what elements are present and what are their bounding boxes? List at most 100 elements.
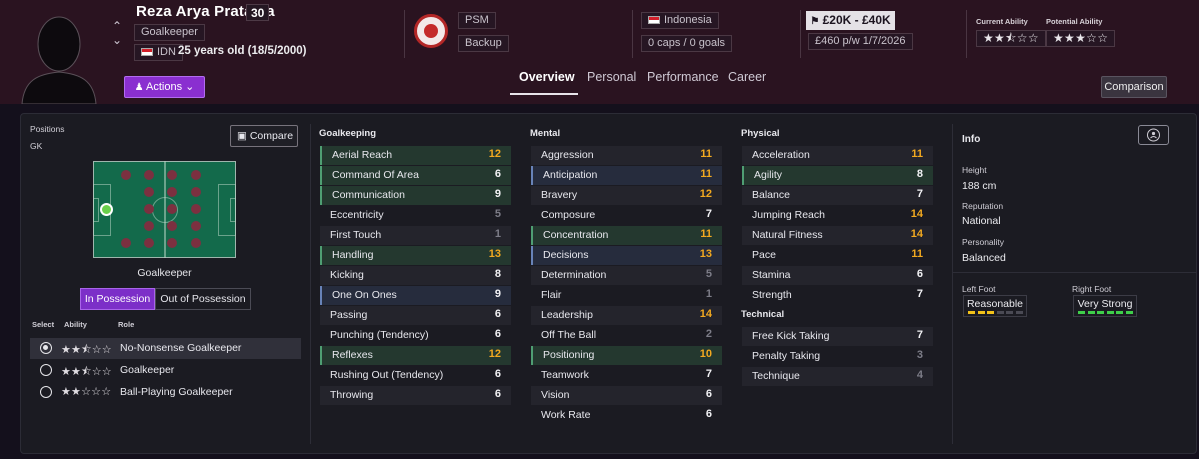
attribute-row[interactable]: Anticipation 11 — [531, 166, 722, 185]
role-radio[interactable] — [40, 342, 52, 354]
attribute-row[interactable]: Aggression 11 — [531, 146, 722, 165]
role-row[interactable]: ★★⯪☆☆ Goalkeeper — [30, 360, 301, 381]
attribute-row[interactable]: Communication 9 — [320, 186, 511, 205]
attribute-row[interactable]: Concentration 11 — [531, 226, 722, 245]
actions-button[interactable]: ♟ Actions ⌄ — [124, 76, 205, 98]
position-dot[interactable] — [191, 221, 201, 231]
position-dot[interactable] — [167, 204, 177, 214]
role-radio[interactable] — [40, 364, 52, 376]
attribute-row[interactable]: Leadership 14 — [531, 306, 722, 325]
attribute-row[interactable]: Strength 7 — [742, 286, 933, 305]
position-dot[interactable] — [191, 187, 201, 197]
role-name: Ball-Playing Goalkeeper — [120, 386, 233, 398]
attribute-row[interactable]: Rushing Out (Tendency) 6 — [320, 366, 511, 385]
roles-header-select: Select — [32, 320, 55, 329]
position-dot[interactable] — [167, 187, 177, 197]
attribute-row[interactable]: Off The Ball 2 — [531, 326, 722, 345]
position-dot[interactable] — [121, 170, 131, 180]
attribute-row[interactable]: Stamina 6 — [742, 266, 933, 285]
attribute-row[interactable]: Throwing 6 — [320, 386, 511, 405]
role-name: No-Nonsense Goalkeeper — [120, 342, 242, 354]
goalkeeper-position-dot[interactable] — [100, 203, 113, 216]
attribute-row[interactable]: Penalty Taking 3 — [742, 347, 933, 366]
attribute-name: Penalty Taking — [752, 350, 821, 362]
position-dot[interactable] — [144, 238, 154, 248]
position-dot[interactable] — [167, 221, 177, 231]
attribute-row[interactable]: Composure 7 — [531, 206, 722, 225]
attribute-row[interactable]: Decisions 13 — [531, 246, 722, 265]
position-dot[interactable] — [167, 170, 177, 180]
attribute-row[interactable]: Jumping Reach 14 — [742, 206, 933, 225]
attribute-row[interactable]: Positioning 10 — [531, 346, 722, 365]
next-player-chevron-down-icon[interactable]: ⌄ — [110, 34, 124, 46]
nation-pill[interactable]: Indonesia — [641, 12, 719, 29]
position-dot[interactable] — [167, 238, 177, 248]
out-of-possession-button[interactable]: Out of Possession — [155, 288, 251, 310]
attribute-row[interactable]: Eccentricity 5 — [320, 206, 511, 225]
attribute-row[interactable]: Bravery 12 — [531, 186, 722, 205]
position-dot[interactable] — [191, 238, 201, 248]
previous-player-chevron-up-icon[interactable]: ⌃ — [110, 20, 124, 32]
position-dot[interactable] — [144, 204, 154, 214]
attribute-row[interactable]: Handling 13 — [320, 246, 511, 265]
pitch-right-goal-area — [230, 198, 236, 222]
attribute-name: Communication — [332, 189, 405, 201]
positions-title: Positions — [30, 124, 65, 134]
current-ability-label: Current Ability — [976, 17, 1028, 26]
tab-performance[interactable]: Performance — [647, 70, 719, 84]
attribute-row[interactable]: Command Of Area 6 — [320, 166, 511, 185]
attribute-row[interactable]: Reflexes 12 — [320, 346, 511, 365]
position-dot[interactable] — [144, 221, 154, 231]
person-circle-icon — [1147, 128, 1160, 142]
position-dot[interactable] — [121, 238, 131, 248]
comparison-button[interactable]: Comparison — [1101, 76, 1167, 98]
attribute-value: 11 — [911, 148, 923, 160]
attribute-row[interactable]: Teamwork 7 — [531, 366, 722, 385]
attribute-row[interactable]: Kicking 8 — [320, 266, 511, 285]
role-row[interactable]: ★★☆☆☆ Ball-Playing Goalkeeper — [30, 382, 301, 403]
attribute-name: Handling — [332, 249, 374, 261]
height-value: 188 cm — [962, 180, 997, 192]
role-radio[interactable] — [40, 386, 52, 398]
compare-button[interactable]: ▣ Compare — [230, 125, 298, 147]
attribute-row[interactable]: Free Kick Taking 7 — [742, 327, 933, 346]
attribute-row[interactable]: Determination 5 — [531, 266, 722, 285]
attribute-value: 2 — [705, 328, 712, 340]
club-crest-icon[interactable] — [414, 14, 448, 48]
role-row[interactable]: ★★⯪☆☆ No-Nonsense Goalkeeper — [30, 338, 301, 359]
right-foot-value: Very Strong — [1077, 298, 1133, 310]
attribute-row[interactable]: Work Rate 6 — [531, 406, 722, 425]
in-possession-button[interactable]: In Possession — [80, 288, 155, 310]
attribute-row[interactable]: Technique 4 — [742, 367, 933, 386]
attribute-value: 6 — [494, 388, 501, 400]
attribute-row[interactable]: Agility 8 — [742, 166, 933, 185]
position-dot[interactable] — [144, 170, 154, 180]
attribute-row[interactable]: Aerial Reach 12 — [320, 146, 511, 165]
attribute-row[interactable]: Acceleration 11 — [742, 146, 933, 165]
foot-level-segment — [1116, 311, 1123, 314]
attribute-row[interactable]: Punching (Tendency) 6 — [320, 326, 511, 345]
attribute-name: Flair — [541, 289, 562, 301]
attribute-row[interactable]: First Touch 1 — [320, 226, 511, 245]
position-dot[interactable] — [191, 170, 201, 180]
info-options-button[interactable] — [1138, 125, 1169, 145]
attribute-row[interactable]: Balance 7 — [742, 186, 933, 205]
attribute-row[interactable]: Flair 1 — [531, 286, 722, 305]
attribute-name: Off The Ball — [541, 329, 597, 341]
club-pill[interactable]: PSM — [458, 12, 496, 29]
attribute-value: 12 — [699, 188, 712, 200]
position-dot[interactable] — [144, 187, 154, 197]
attribute-row[interactable]: Vision 6 — [531, 386, 722, 405]
attribute-row[interactable]: Pace 11 — [742, 246, 933, 265]
position-dot[interactable] — [191, 204, 201, 214]
goalkeeping-title: Goalkeeping — [319, 128, 377, 139]
position-pitch[interactable] — [93, 161, 236, 258]
tab-career[interactable]: Career — [728, 70, 766, 84]
tab-personal[interactable]: Personal — [587, 70, 636, 84]
attribute-row[interactable]: One On Ones 9 — [320, 286, 511, 305]
attribute-value: 11 — [700, 168, 712, 180]
attribute-row[interactable]: Passing 6 — [320, 306, 511, 325]
role-ability-stars: ★★⯪☆☆ — [61, 344, 112, 356]
attribute-row[interactable]: Natural Fitness 14 — [742, 226, 933, 245]
tab-overview[interactable]: Overview — [519, 70, 575, 84]
